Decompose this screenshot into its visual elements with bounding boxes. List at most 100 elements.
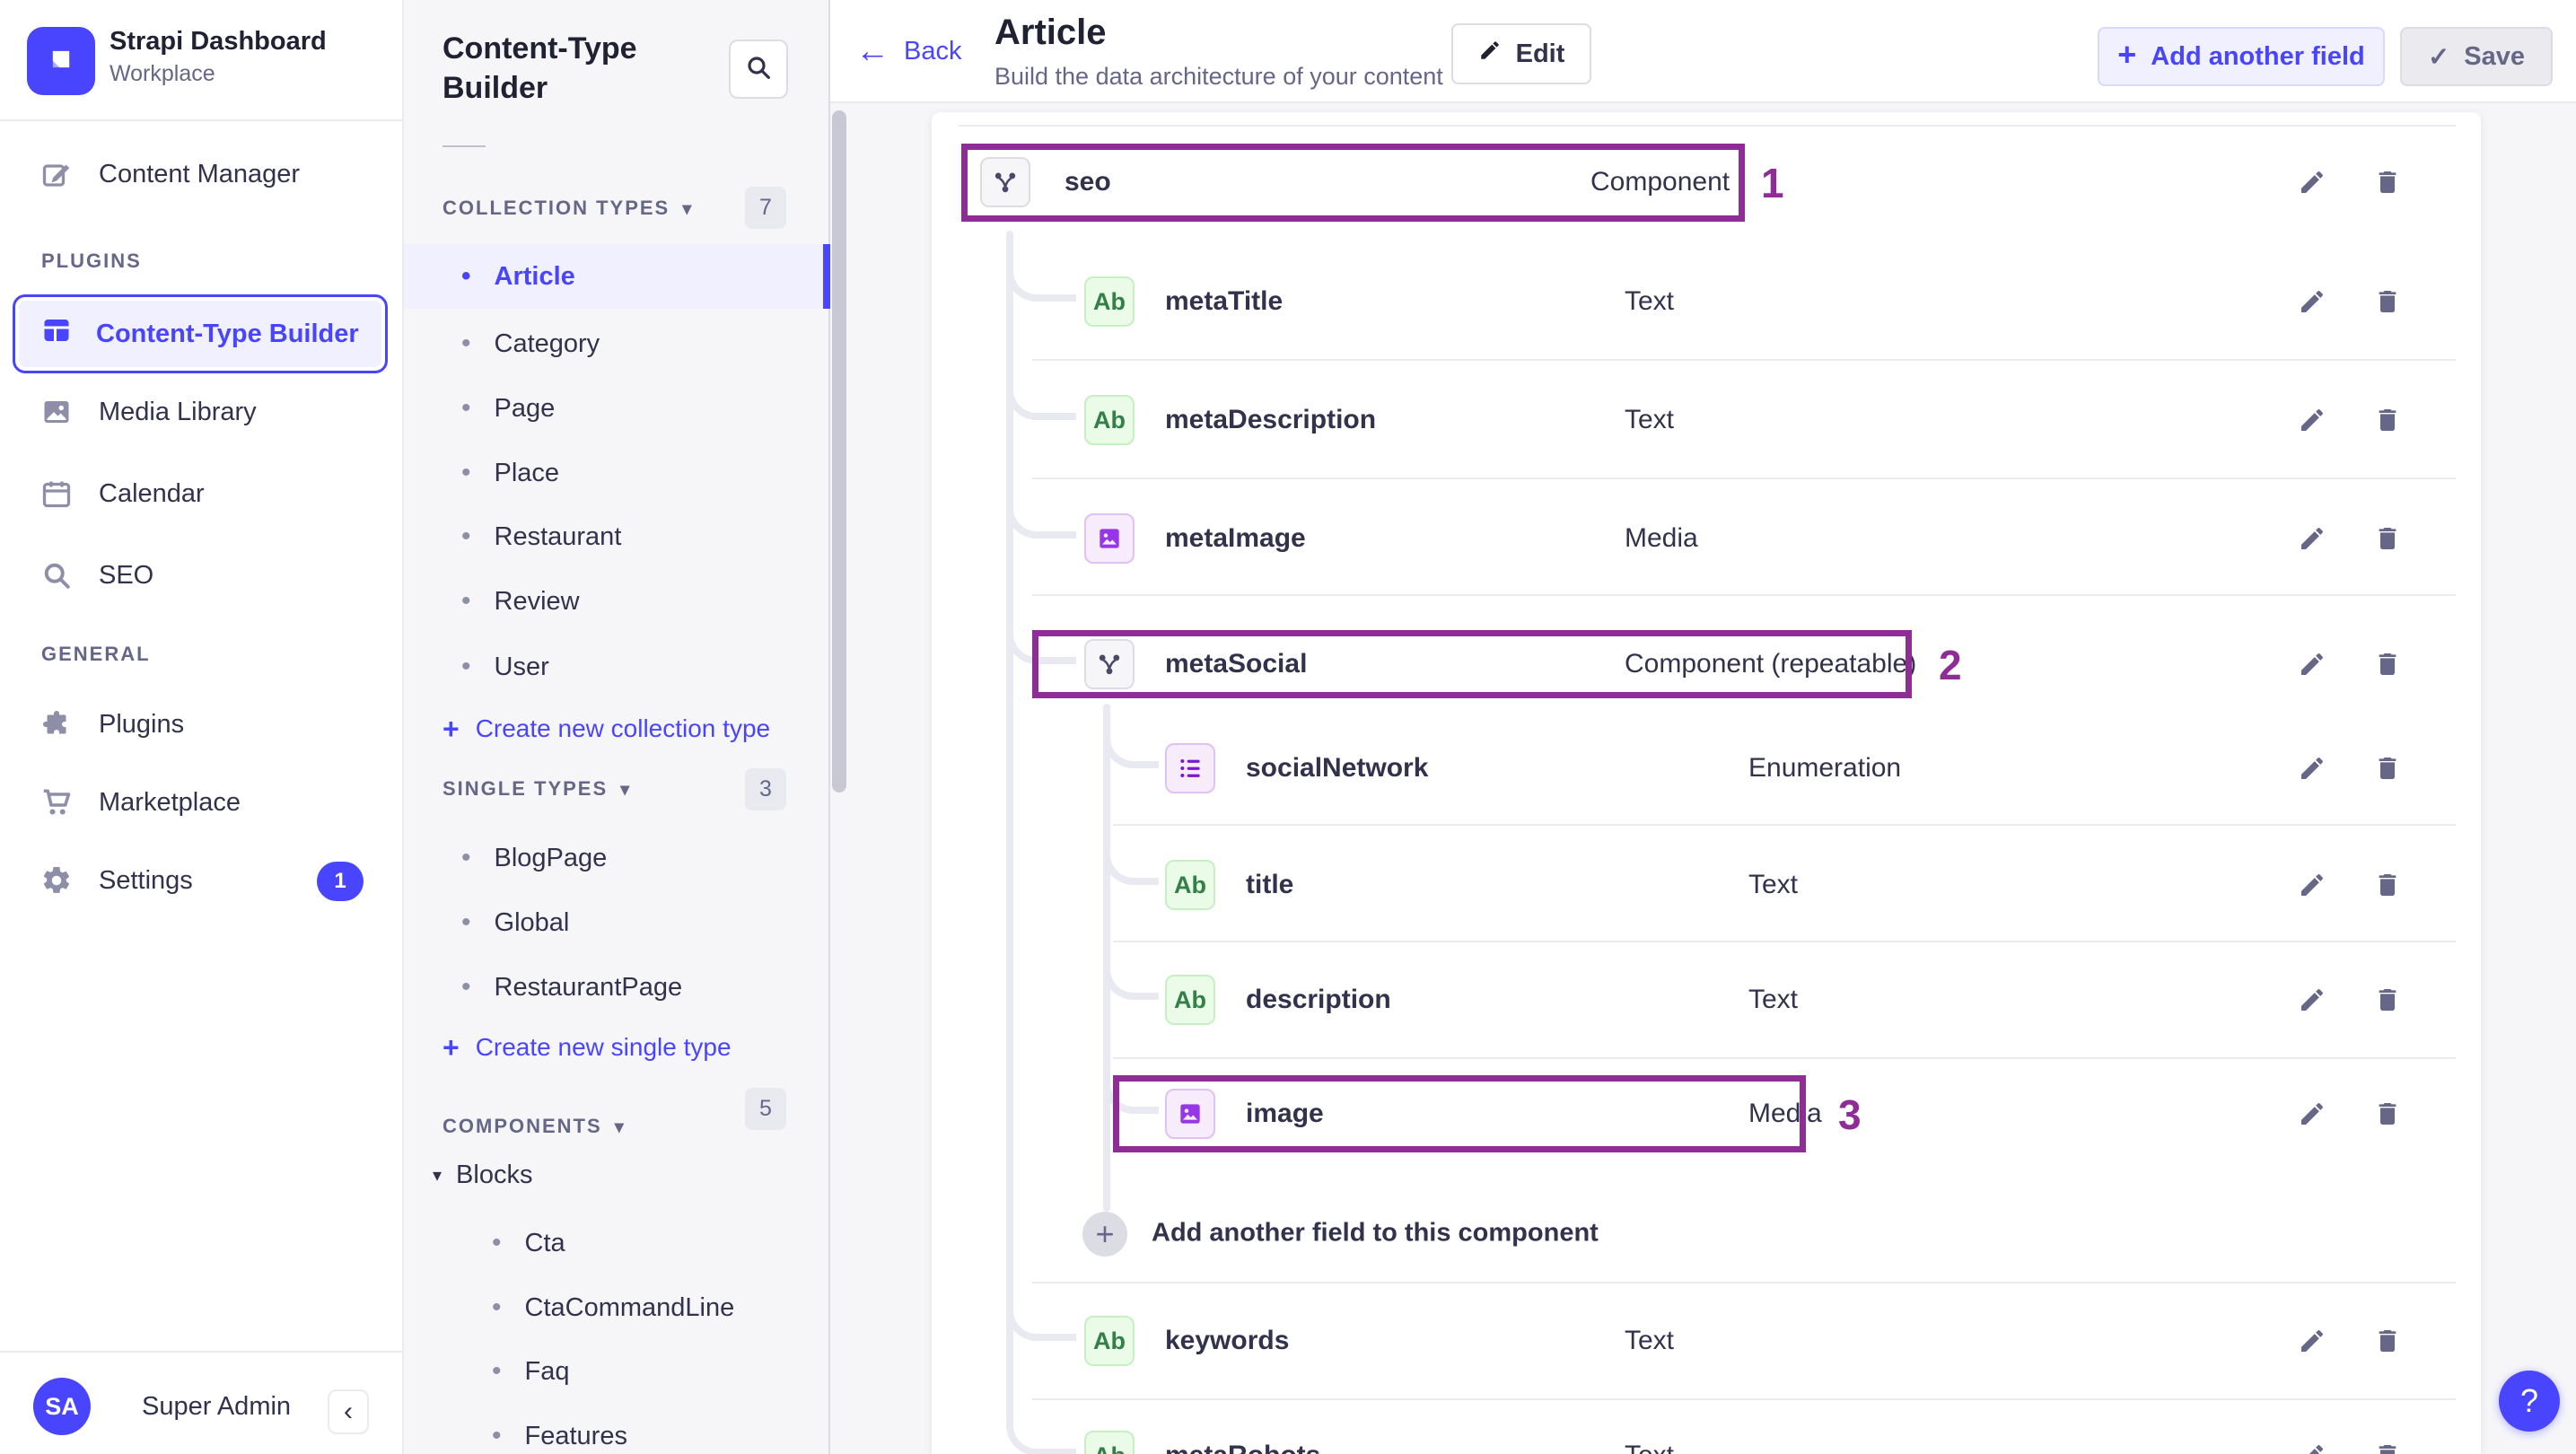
add-field-to-component-button[interactable]: + Add another field to this component <box>932 1187 2481 1280</box>
sidebar-item-seo[interactable]: SEO <box>0 543 404 608</box>
field-row-title: Ab title Text <box>932 838 2481 932</box>
components-header[interactable]: COMPONENTS ▾ <box>442 1115 626 1138</box>
enumeration-field-icon <box>1165 743 1215 793</box>
subnav-item-global[interactable]: • Global <box>404 890 830 955</box>
edit-field-button[interactable] <box>2292 400 2332 440</box>
edit-field-button[interactable] <box>2292 1436 2332 1454</box>
puzzle-icon <box>39 707 74 741</box>
help-icon: ? <box>2519 1382 2539 1419</box>
create-single-type-link[interactable]: + Create new single type <box>442 1019 828 1076</box>
sidebar-item-content-type-builder[interactable]: Content-Type Builder <box>13 294 388 373</box>
content-type-builder-icon <box>40 314 73 354</box>
edit-field-button[interactable] <box>2292 749 2332 788</box>
media-field-icon <box>1084 513 1135 564</box>
sidebar-item-label: Plugins <box>99 709 185 739</box>
delete-field-button[interactable] <box>2368 282 2407 321</box>
edit-field-button[interactable] <box>2292 282 2332 321</box>
bullet-icon: • <box>461 261 471 291</box>
collapse-sidebar-button[interactable]: ‹ <box>328 1389 369 1434</box>
bullet-icon: • <box>492 1356 502 1386</box>
delete-field-button[interactable] <box>2368 1094 2407 1134</box>
collection-types-header[interactable]: COLLECTION TYPES ▾ <box>442 197 693 220</box>
edit-field-button[interactable] <box>2292 1094 2332 1134</box>
delete-field-button[interactable] <box>2368 980 2407 1020</box>
subnav-item-cta[interactable]: • Cta <box>404 1211 830 1275</box>
edit-field-button[interactable] <box>2292 644 2332 684</box>
delete-field-button[interactable] <box>2368 162 2407 202</box>
subnav-item-ctacommandline[interactable]: • CtaCommandLine <box>404 1275 830 1340</box>
bullet-icon: • <box>461 843 471 872</box>
components-group-blocks[interactable]: ▾ Blocks <box>433 1146 819 1204</box>
subnav-item-category[interactable]: • Category <box>404 311 830 376</box>
subnav-item-restaurantpage[interactable]: • RestaurantPage <box>404 955 830 1020</box>
strapi-dashboard-screen: Strapi Dashboard Workplace Content Manag… <box>0 0 2576 1454</box>
delete-field-button[interactable] <box>2368 644 2407 684</box>
text-field-icon: Ab <box>1084 395 1135 445</box>
field-row-metadescription: Ab metaDescription Text <box>932 373 2481 467</box>
field-row-metaimage: metaImage Media <box>932 492 2481 585</box>
media-field-icon <box>1165 1089 1215 1139</box>
plus-icon: + <box>442 712 460 745</box>
sidebar-item-content-manager[interactable]: Content Manager <box>0 142 404 206</box>
chevron-down-icon: ▾ <box>682 198 694 219</box>
chevron-down-icon: ▾ <box>614 1117 626 1137</box>
row-divider <box>1113 824 2456 826</box>
scrollbar-thumb[interactable] <box>832 110 846 793</box>
bullet-icon: • <box>492 1228 502 1257</box>
row-divider <box>1032 594 2456 596</box>
bullet-icon: • <box>492 1421 502 1450</box>
sidebar-item-label: Media Library <box>99 397 257 426</box>
avatar[interactable]: SA <box>33 1378 91 1435</box>
subnav-item-blogpage[interactable]: • BlogPage <box>404 826 830 890</box>
edit-button[interactable]: Edit <box>1451 23 1591 84</box>
text-field-icon: Ab <box>1084 276 1135 327</box>
save-button[interactable]: ✓ Save <box>2400 27 2553 86</box>
edit-field-button[interactable] <box>2292 865 2332 905</box>
edit-field-button[interactable] <box>2292 162 2332 202</box>
sidebar-item-label: Settings <box>99 865 193 895</box>
subnav-item-faq[interactable]: • Faq <box>404 1339 830 1404</box>
create-collection-type-link[interactable]: + Create new collection type <box>442 700 828 758</box>
sidebar-item-media-library[interactable]: Media Library <box>0 380 404 444</box>
field-row-metasocial: metaSocial Component (repeatable) <box>932 618 2481 711</box>
single-types-header[interactable]: SINGLE TYPES ▾ <box>442 777 631 801</box>
delete-field-button[interactable] <box>2368 749 2407 788</box>
row-divider <box>1032 477 2456 479</box>
delete-field-button[interactable] <box>2368 865 2407 905</box>
sidebar-item-plugins[interactable]: Plugins <box>0 692 404 757</box>
component-field-icon <box>1084 639 1135 689</box>
delete-field-button[interactable] <box>2368 1436 2407 1454</box>
add-another-field-button[interactable]: + Add another field <box>2098 27 2385 86</box>
row-divider <box>959 125 2456 127</box>
sidebar-item-marketplace[interactable]: Marketplace <box>0 770 404 835</box>
field-row-description: Ab description Text <box>932 953 2481 1047</box>
edit-field-button[interactable] <box>2292 1321 2332 1361</box>
subnav-item-article[interactable]: • Article <box>404 244 830 309</box>
general-section-header: GENERAL <box>41 643 151 665</box>
fields-list-card: seo Component Ab metaTitle Text Ab metaD… <box>932 112 2481 1454</box>
back-link[interactable]: ← Back <box>855 34 961 68</box>
bullet-icon: • <box>461 586 471 616</box>
strapi-logo[interactable] <box>27 27 95 95</box>
subnav-item-page[interactable]: • Page <box>404 376 830 441</box>
sidebar-item-calendar[interactable]: Calendar <box>0 461 404 526</box>
subnav-item-restaurant[interactable]: • Restaurant <box>404 504 830 569</box>
delete-field-button[interactable] <box>2368 1321 2407 1361</box>
help-button[interactable]: ? <box>2499 1371 2560 1432</box>
subnav-item-review[interactable]: • Review <box>404 569 830 634</box>
subnav-search-button[interactable] <box>729 39 788 99</box>
subnav-item-place[interactable]: • Place <box>404 441 830 505</box>
page-subtitle: Build the data architecture of your cont… <box>994 63 1443 90</box>
subnav-title: Content-Type Builder <box>442 31 637 105</box>
annotation-number-3: 3 <box>1838 1091 1862 1138</box>
edit-field-button[interactable] <box>2292 519 2332 558</box>
subnav-item-user[interactable]: • User <box>404 635 830 699</box>
subnav-item-features[interactable]: • Features <box>404 1404 830 1454</box>
main-sidebar: Strapi Dashboard Workplace Content Manag… <box>0 0 404 1454</box>
content-manager-icon <box>39 157 74 191</box>
plus-icon: + <box>442 1030 460 1064</box>
edit-field-button[interactable] <box>2292 980 2332 1020</box>
delete-field-button[interactable] <box>2368 400 2407 440</box>
delete-field-button[interactable] <box>2368 519 2407 558</box>
main-content: ← Back Article Build the data architectu… <box>830 0 2576 1454</box>
